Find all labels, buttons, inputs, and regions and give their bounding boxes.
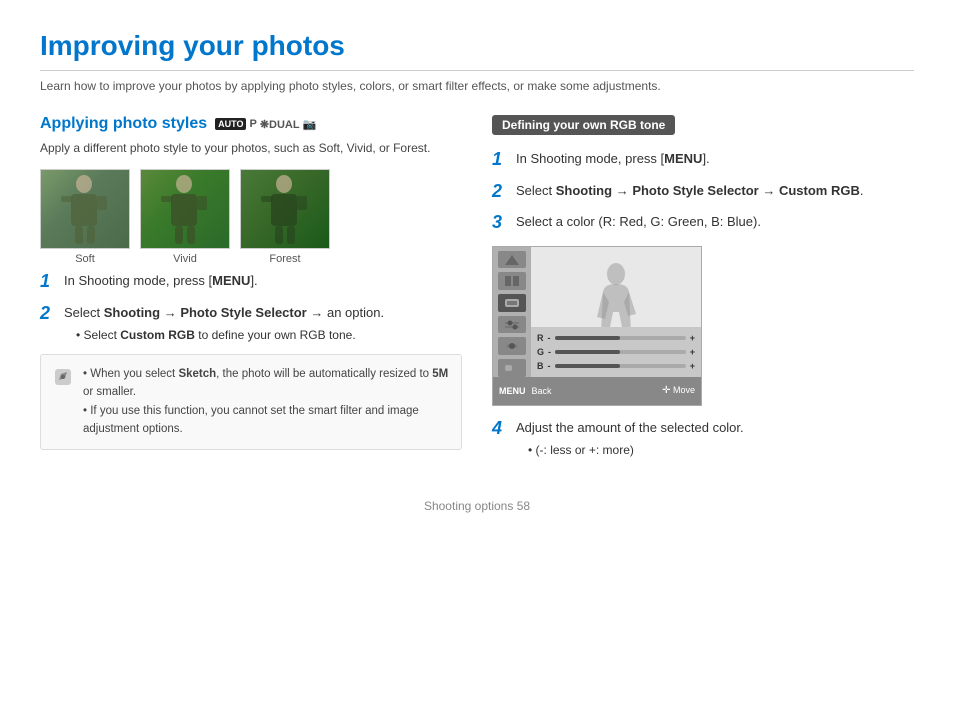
defining-badge: Defining your own RGB tone [492, 115, 675, 135]
icon-color [503, 361, 521, 375]
icon-grid [503, 274, 521, 288]
footer-move-container: ✛ Move [662, 385, 695, 396]
footer-text: Shooting options 58 [424, 499, 530, 513]
camera-icon: 📷 [303, 118, 317, 131]
footer-move-label: Move [673, 385, 695, 395]
rgb-sliders-area: R - + G - + B - [531, 327, 701, 377]
section-title-text: Applying photo styles [40, 115, 207, 133]
footer-cross-icon: ✛ [662, 385, 670, 396]
slider-g-minus: - [548, 347, 551, 357]
photo-vivid: Vivid [140, 169, 230, 265]
rgb-icon-1 [498, 251, 526, 269]
slider-g-label: G [537, 347, 544, 357]
step-2-text: Select Shooting → Photo Style Selector →… [64, 303, 384, 345]
photo-vivid-img [140, 169, 230, 249]
step-2-sub-item: Select Custom RGB to define your own RGB… [76, 326, 384, 344]
photo-soft: Soft [40, 169, 130, 265]
note-item-1: When you select Sketch, the photo will b… [83, 365, 449, 402]
footer-back-label: Back [532, 386, 552, 396]
slider-r-plus: + [690, 333, 695, 343]
step-1-text: In Shooting mode, press [MENU]. [64, 271, 258, 291]
soft-figure [49, 174, 119, 246]
left-column: Applying photo styles AUTO P ❋DUAL 📷 App… [40, 115, 462, 469]
slider-b-fill [555, 364, 621, 368]
note-box: When you select Sketch, the photo will b… [40, 354, 462, 450]
right-step-4: 4 Adjust the amount of the selected colo… [492, 418, 914, 460]
icon-active [503, 296, 521, 310]
left-step-1: 1 In Shooting mode, press [MENU]. [40, 271, 462, 293]
rgb-icon-4 [498, 316, 526, 334]
soft-label: Soft [75, 253, 95, 265]
right-step-2: 2 Select Shooting → Photo Style Selector… [492, 181, 914, 203]
note-item-2: If you use this function, you cannot set… [83, 402, 449, 439]
dual-icon: ❋DUAL [260, 118, 300, 131]
right-step-1-text: In Shooting mode, press [MENU]. [516, 149, 710, 169]
right-step-3-text: Select a color (R: Red, G: Green, B: Blu… [516, 212, 761, 232]
slider-g-fill [555, 350, 620, 354]
step-4-sub: (-: less or +: more) [516, 441, 744, 459]
note-icon [53, 365, 73, 439]
slider-b-plus: + [690, 361, 695, 371]
right-step-num-1: 1 [492, 149, 508, 171]
slider-r-track [555, 336, 686, 340]
rgb-icon-5 [498, 337, 526, 355]
note-text: When you select Sketch, the photo will b… [83, 365, 449, 439]
step-num-1: 1 [40, 271, 56, 293]
right-step-4-text: Adjust the amount of the selected color.… [516, 418, 744, 460]
footer-menu-label: MENU [499, 386, 526, 396]
photo-forest: Forest [240, 169, 330, 265]
photo-samples: Soft Vivid [40, 169, 462, 265]
slider-r: R - + [537, 333, 695, 343]
photo-soft-img [40, 169, 130, 249]
right-step-3: 3 Select a color (R: Red, G: Green, B: B… [492, 212, 914, 234]
icon-arrow-up [503, 253, 521, 267]
right-step-num-4: 4 [492, 418, 508, 440]
auto-badge: AUTO [215, 118, 246, 130]
forest-figure [249, 174, 319, 246]
rgb-icon-6 [498, 359, 526, 377]
slider-g: G - + [537, 347, 695, 357]
rgb-footer: MENU Back ✛ Move [493, 377, 701, 405]
slider-r-minus: - [548, 333, 551, 343]
icon-sliders [503, 318, 521, 332]
applying-photo-styles-heading: Applying photo styles AUTO P ❋DUAL 📷 [40, 115, 462, 133]
pencil-icon [53, 367, 73, 387]
rgb-screen: R - + G - + B - [492, 246, 702, 406]
p-icon: P [249, 118, 256, 130]
page-title: Improving your photos [40, 30, 914, 71]
vivid-label: Vivid [173, 253, 197, 265]
slider-b: B - + [537, 361, 695, 371]
vivid-figure [149, 174, 219, 246]
right-step-2-text: Select Shooting → Photo Style Selector →… [516, 181, 863, 201]
page-footer: Shooting options 58 [40, 499, 914, 513]
section-description: Apply a different photo style to your ph… [40, 139, 462, 157]
slider-r-label: R [537, 333, 544, 343]
right-column: Defining your own RGB tone 1 In Shooting… [492, 115, 914, 469]
rgb-icon-2 [498, 272, 526, 290]
forest-label: Forest [269, 253, 300, 265]
rgb-icon-3 [498, 294, 526, 312]
slider-g-track [555, 350, 686, 354]
step-4-sub-item: (-: less or +: more) [528, 441, 744, 459]
slider-b-track [555, 364, 686, 368]
step-2-sub: Select Custom RGB to define your own RGB… [64, 326, 384, 344]
photo-forest-img [240, 169, 330, 249]
slider-r-fill [555, 336, 621, 340]
right-step-1: 1 In Shooting mode, press [MENU]. [492, 149, 914, 171]
step-num-2: 2 [40, 303, 56, 325]
right-step-num-3: 3 [492, 212, 508, 234]
right-step-num-2: 2 [492, 181, 508, 203]
icon-adjust [503, 339, 521, 353]
mode-icons: AUTO P ❋DUAL 📷 [215, 118, 316, 131]
page-subtitle: Learn how to improve your photos by appl… [40, 79, 914, 93]
rgb-sidebar [493, 247, 531, 377]
slider-b-label: B [537, 361, 544, 371]
slider-b-minus: - [548, 361, 551, 371]
left-step-2: 2 Select Shooting → Photo Style Selector… [40, 303, 462, 345]
slider-g-plus: + [690, 347, 695, 357]
